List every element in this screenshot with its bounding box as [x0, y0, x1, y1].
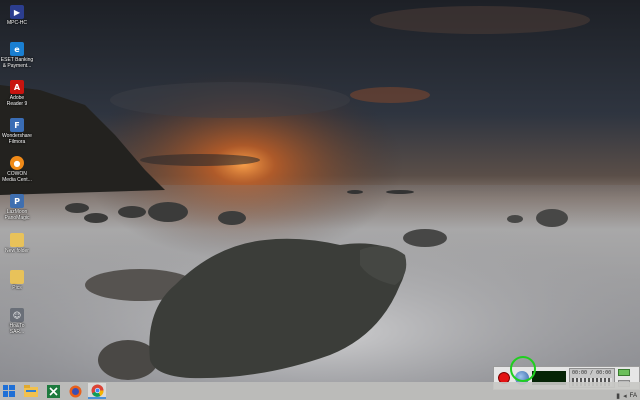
desktop-icon-pics[interactable]: Pics: [0, 270, 34, 291]
desktop-icon-filmora[interactable]: F Wondershare Filmora: [0, 118, 34, 145]
system-tray: ▮ ◂ FA: [598, 383, 640, 400]
panomagic-icon: P: [10, 194, 24, 208]
filmora-icon: F: [10, 118, 24, 132]
desktop-icon-adobe-reader[interactable]: A Adobe Reader 9: [0, 80, 34, 107]
user-photo-icon: ☺: [10, 308, 24, 322]
desktop-icon-eset-banking[interactable]: e ESET Banking & Payment...: [0, 42, 34, 69]
taskbar: [0, 382, 640, 400]
language-indicator[interactable]: FA: [630, 393, 637, 399]
desktop-icon-new-folder[interactable]: New folder: [0, 233, 34, 254]
desktop-icon-cowon[interactable]: ● COWON Media Cent...: [0, 156, 34, 183]
folder-icon: [10, 270, 24, 284]
chrome-icon[interactable]: [88, 383, 106, 399]
recorder-expand-button[interactable]: [618, 369, 630, 376]
desktop-icon-panomagic[interactable]: P LazMoon PanoMagic: [0, 194, 34, 221]
file-explorer-icon[interactable]: [22, 383, 40, 399]
desktop-icon-user-photo[interactable]: ☺ Ho&To SAR...: [0, 308, 34, 335]
volume-icon[interactable]: ◂: [623, 392, 627, 400]
adobe-reader-icon: A: [10, 80, 24, 94]
mpc-hc-icon: ▶: [10, 5, 24, 19]
eset-banking-icon: e: [10, 42, 24, 56]
network-icon[interactable]: ▮: [616, 392, 620, 400]
cowon-icon: ●: [10, 156, 24, 170]
excel-icon[interactable]: [44, 383, 62, 399]
firefox-icon[interactable]: [66, 383, 84, 399]
recorder-time: 00:00 / 00:00: [572, 370, 612, 376]
folder-icon: [10, 233, 24, 247]
desktop-icon-mpc-hc[interactable]: ▶ MPC-HC: [0, 5, 34, 26]
desktop-wallpaper: [0, 0, 640, 382]
windows-start-icon[interactable]: [0, 383, 18, 399]
